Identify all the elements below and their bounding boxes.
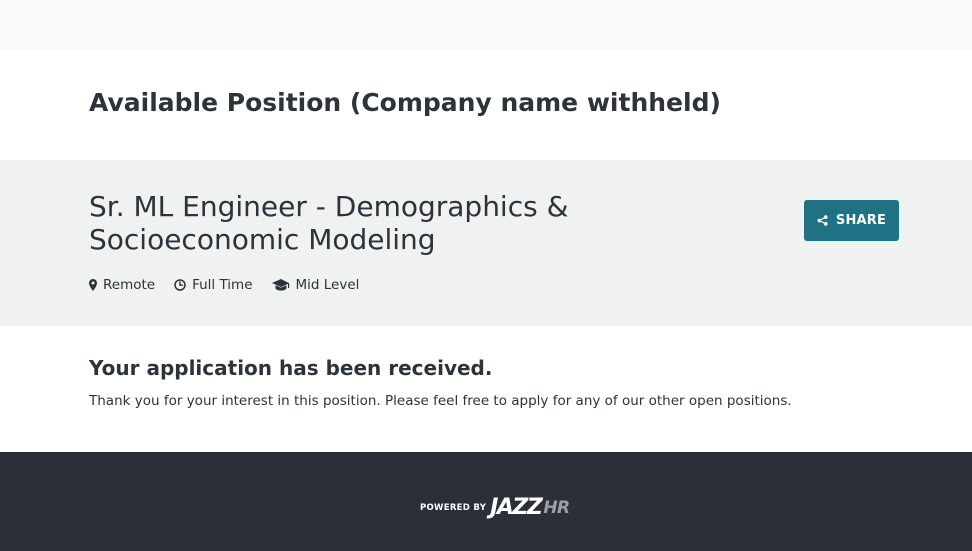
confirmation-title: Your application has been received. — [89, 356, 493, 380]
graduation-cap-icon — [271, 279, 289, 291]
share-label: SHARE — [835, 213, 887, 228]
meta-employment-type: Full Time — [174, 277, 253, 293]
footer: POWERED BY JAZZ HR — [0, 452, 972, 551]
confirmation-section: Your application has been received. Than… — [0, 326, 972, 452]
powered-by-label: POWERED BY — [420, 503, 487, 513]
company-header: Available Position (Company name withhel… — [0, 50, 972, 160]
clock-icon — [174, 279, 186, 291]
meta-location: Remote — [89, 277, 155, 293]
map-marker-icon — [89, 279, 97, 291]
job-title: Sr. ML Engineer - Demographics & Socioec… — [89, 190, 569, 256]
meta-location-label: Remote — [103, 277, 156, 293]
job-meta: Remote Full Time Mid Level — [89, 277, 378, 293]
confirmation-text: Thank you for your interest in this posi… — [89, 393, 792, 409]
powered-by-jazzhr-link[interactable]: POWERED BY JAZZ HR — [420, 496, 570, 520]
share-icon — [817, 215, 828, 226]
meta-experience-level-label: Mid Level — [295, 277, 360, 293]
jazzhr-logo: JAZZ HR — [490, 495, 570, 520]
meta-experience-level: Mid Level — [271, 277, 360, 293]
share-button[interactable]: SHARE — [804, 200, 899, 241]
page-title: Available Position (Company name withhel… — [89, 88, 721, 117]
top-strip — [0, 0, 972, 50]
job-header: Sr. ML Engineer - Demographics & Socioec… — [0, 160, 972, 326]
meta-employment-type-label: Full Time — [192, 277, 253, 293]
